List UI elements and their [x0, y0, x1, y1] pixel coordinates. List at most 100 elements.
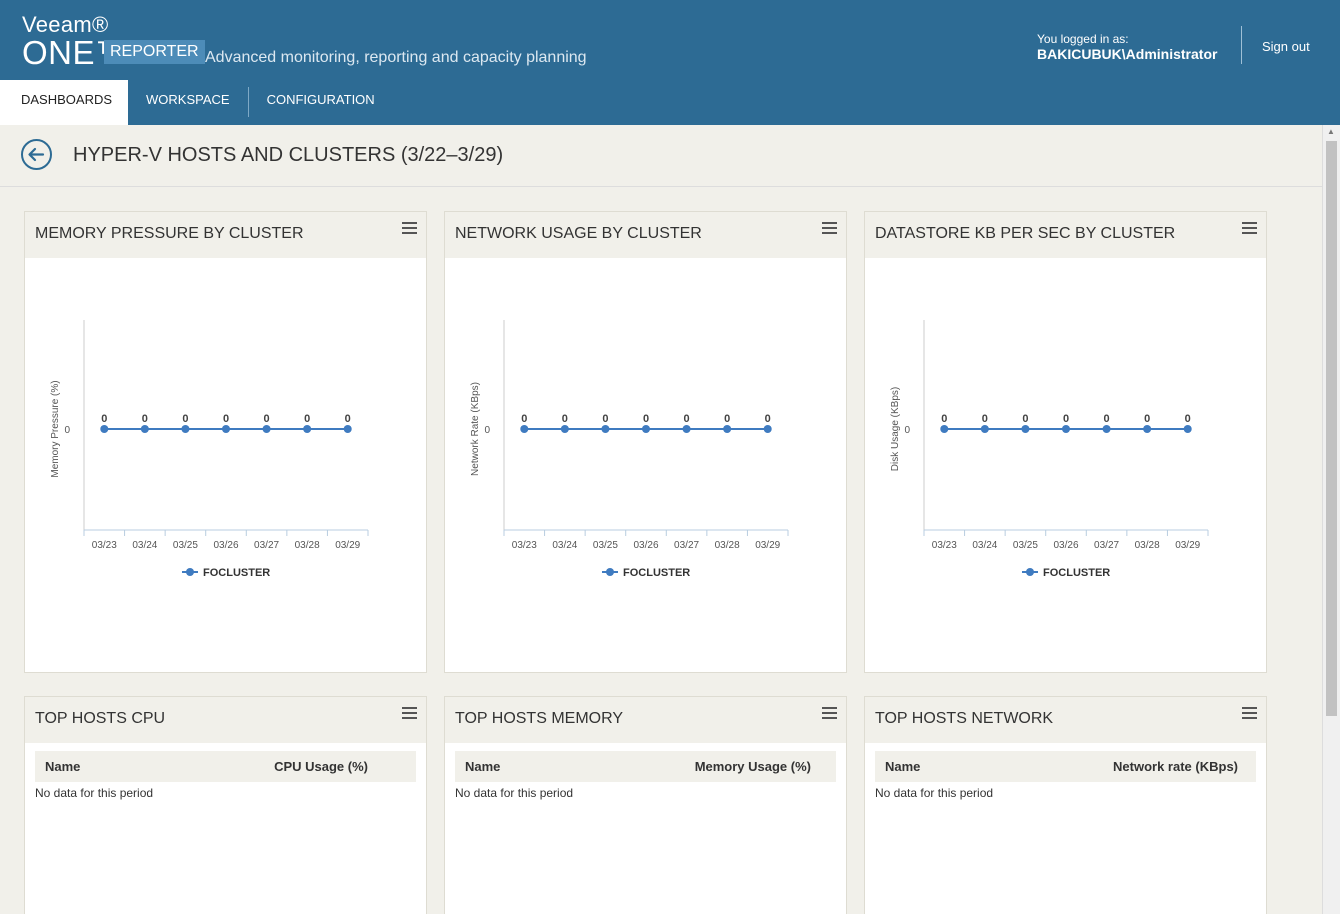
data-label: 0 [1144, 413, 1150, 425]
header-divider [1241, 26, 1242, 64]
data-point [100, 425, 109, 433]
widget-header: DATASTORE KB PER SEC BY CLUSTER [865, 212, 1266, 258]
data-label: 0 [521, 413, 527, 425]
login-user: BAKICUBUK\Administrator [1037, 46, 1218, 62]
data-label: 0 [765, 413, 771, 425]
page-heading: HYPER-V HOSTS AND CLUSTERS (3/22–3/29) [0, 125, 1322, 187]
table-header: Name Network rate (KBps) [875, 751, 1256, 782]
column-header-name[interactable]: Name [45, 759, 80, 774]
x-tick-label: 03/27 [674, 540, 699, 551]
scroll-up-arrow-icon[interactable]: ▲ [1327, 127, 1335, 136]
data-point [601, 425, 610, 433]
back-arrow-icon[interactable] [21, 139, 52, 170]
x-tick-label: 03/28 [295, 540, 320, 551]
page-scrollbar[interactable]: ▲ [1322, 125, 1340, 914]
data-point [763, 425, 772, 433]
x-tick-label: 03/26 [633, 540, 658, 551]
x-tick-label: 03/29 [755, 540, 780, 551]
x-tick-label: 03/23 [92, 540, 117, 551]
data-label: 0 [1063, 413, 1069, 425]
product-badge: REPORTER [104, 40, 205, 64]
x-tick-label: 03/25 [1013, 540, 1038, 551]
data-label: 0 [941, 413, 947, 425]
y-axis-title: Disk Usage (KBps) [890, 387, 901, 471]
widget-header: MEMORY PRESSURE BY CLUSTER [25, 212, 426, 258]
column-header-memory-usage[interactable]: Memory Usage (%) [695, 759, 811, 774]
x-tick-label: 03/29 [1175, 540, 1200, 551]
data-point [1183, 425, 1192, 433]
empty-state-text: No data for this period [455, 786, 574, 800]
data-label: 0 [684, 413, 690, 425]
empty-state-text: No data for this period [875, 786, 994, 800]
column-header-name[interactable]: Name [465, 759, 500, 774]
widget-top-hosts-memory: TOP HOSTS MEMORY Name Memory Usage (%) N… [444, 696, 847, 914]
login-label: You logged in as: [1037, 32, 1129, 46]
x-tick-label: 03/24 [132, 540, 157, 551]
data-point [723, 425, 732, 433]
data-point [140, 425, 149, 433]
legend-marker [1026, 568, 1034, 576]
tab-dashboards[interactable]: DASHBOARDS [0, 80, 129, 125]
legend-marker [186, 568, 194, 576]
data-label: 0 [182, 413, 188, 425]
x-tick-label: 03/28 [715, 540, 740, 551]
widget-title: NETWORK USAGE BY CLUSTER [455, 225, 702, 242]
legend-marker [606, 568, 614, 576]
hamburger-menu-icon[interactable] [822, 222, 837, 235]
network-usage-chart: 0 Network Rate (KBps) 03/23 03/24 03/25 03/26… [470, 320, 789, 579]
data-point [1102, 425, 1111, 433]
data-label: 0 [223, 413, 229, 425]
column-header-name[interactable]: Name [885, 759, 920, 774]
data-point [980, 425, 989, 433]
empty-state-text: No data for this period [35, 786, 154, 800]
column-header-cpu-usage[interactable]: CPU Usage (%) [274, 759, 368, 774]
tab-configuration[interactable]: CONFIGURATION [249, 80, 393, 125]
page-title: HYPER-V HOSTS AND CLUSTERS (3/22–3/29) [73, 144, 504, 166]
data-label: 0 [643, 413, 649, 425]
data-label: 0 [982, 413, 988, 425]
tab-workspace[interactable]: WORKSPACE [128, 80, 248, 125]
hamburger-menu-icon[interactable] [402, 707, 417, 720]
widget-network-usage: NETWORK USAGE BY CLUSTER 0 Network Rate (… [444, 211, 847, 673]
legend-label: FOCLUSTER [203, 567, 270, 579]
data-label: 0 [304, 413, 310, 425]
widget-memory-pressure: MEMORY PRESSURE BY CLUSTER 0 Memory Press… [24, 211, 427, 673]
datastore-kbps-chart: 0Disk Usage (KBps)03/23 03/24 03/25 03/26 03… [890, 320, 1209, 579]
widget-header: TOP HOSTS MEMORY [445, 697, 846, 743]
data-point [520, 425, 529, 433]
tagline: Advanced monitoring, reporting and capac… [205, 49, 587, 66]
data-point [343, 425, 352, 433]
widget-title: TOP HOSTS CPU [35, 710, 166, 727]
hamburger-menu-icon[interactable] [1242, 707, 1257, 720]
data-point [1062, 425, 1070, 433]
x-tick-label: 03/25 [593, 540, 618, 551]
table-header: Name Memory Usage (%) [455, 751, 836, 782]
y-axis-title: Network Rate (KBps) [470, 382, 481, 476]
logo-veeam-text: Veeam® [22, 12, 109, 37]
data-point [940, 425, 949, 433]
x-tick-label: 03/25 [173, 540, 198, 551]
legend-label: FOCLUSTER [1043, 567, 1110, 579]
data-label: 0 [724, 413, 730, 425]
main-tabs: DASHBOARDS WORKSPACE CONFIGURATION [0, 80, 393, 125]
data-label: 0 [602, 413, 608, 425]
x-tick-label: 03/27 [1094, 540, 1119, 551]
x-tick-label: 03/24 [972, 540, 997, 551]
data-point [682, 425, 691, 433]
data-point [642, 425, 650, 433]
back-arrow-glyph [28, 147, 45, 162]
x-tick-label: 03/23 [512, 540, 537, 551]
hamburger-menu-icon[interactable] [1242, 222, 1257, 235]
hamburger-menu-icon[interactable] [402, 222, 417, 235]
scrollbar-thumb[interactable] [1326, 141, 1337, 716]
widget-title: MEMORY PRESSURE BY CLUSTER [35, 225, 304, 242]
data-point [560, 425, 569, 433]
data-label: 0 [1104, 413, 1110, 425]
sign-out-link[interactable]: Sign out [1262, 39, 1310, 54]
hamburger-menu-icon[interactable] [822, 707, 837, 720]
column-header-network-rate[interactable]: Network rate (KBps) [1113, 759, 1238, 774]
data-label: 0 [101, 413, 107, 425]
widget-top-hosts-network: TOP HOSTS NETWORK Name Network rate (KBp… [864, 696, 1267, 914]
x-tick-label: 03/24 [552, 540, 577, 551]
legend-label: FOCLUSTER [623, 567, 690, 579]
